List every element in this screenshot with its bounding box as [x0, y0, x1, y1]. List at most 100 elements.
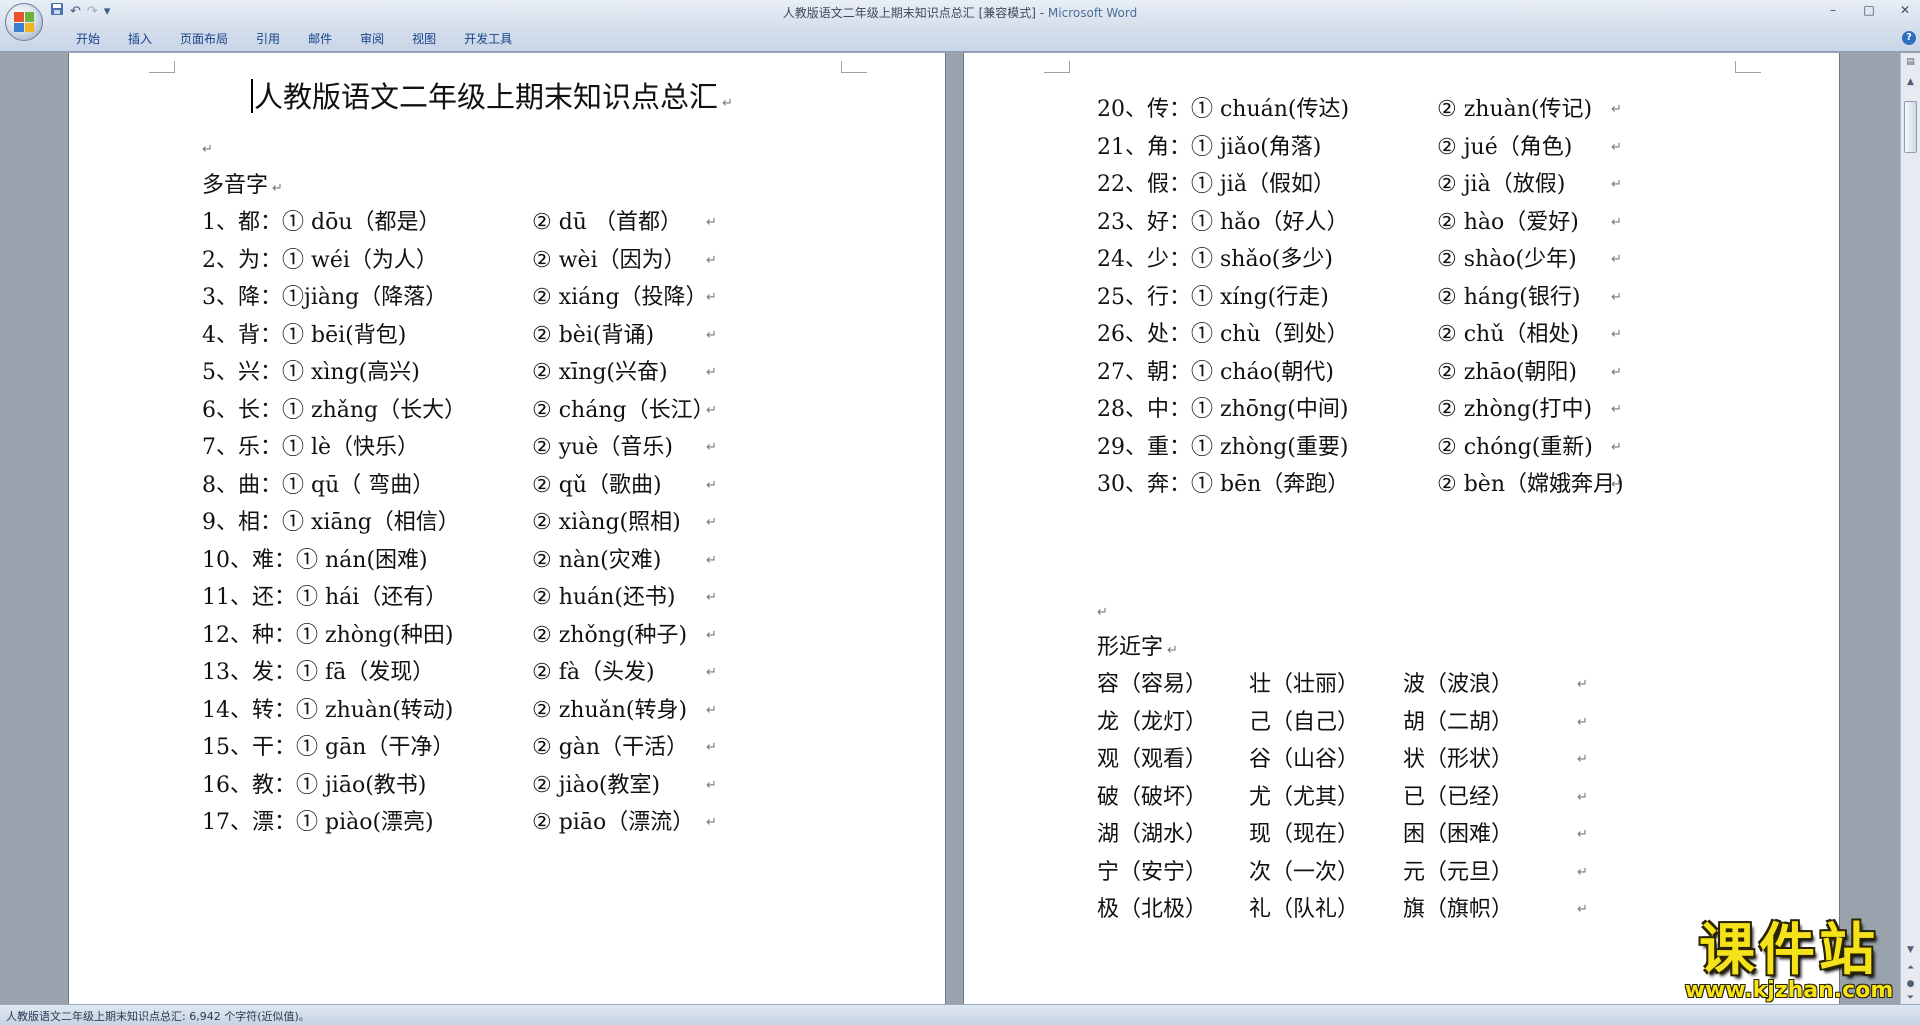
status-bar: 人教版语文二年级上期末知识点总汇: 6,942 个字符(近似值)。 — [0, 1004, 1920, 1025]
text-cursor — [251, 79, 253, 113]
paragraph-mark: ↵ — [706, 327, 717, 343]
paragraph-mark: ↵ — [706, 515, 717, 530]
scrollbar-thumb[interactable] — [1904, 101, 1917, 153]
paragraph-mark: ↵ — [1577, 902, 1588, 917]
polyphonic-entry-col-2: ② bèn（嫦娥奔月) — [1437, 472, 1624, 497]
scroll-up-icon[interactable]: ▲ — [1903, 75, 1918, 90]
polyphonic-entry-col-1: 15、干：① gān（干净） — [202, 735, 455, 760]
watermark: 课件站 www.kjzhan.com — [1666, 922, 1912, 1002]
tab-view[interactable]: 视图 — [398, 30, 450, 48]
polyphonic-entry-col-1: 20、传：① chuán(传达) — [1097, 97, 1350, 122]
tab-references[interactable]: 引用 — [242, 30, 294, 48]
ruler-toggle-icon[interactable]: ▤ — [1903, 55, 1918, 70]
paragraph-mark: ↵ — [706, 777, 717, 793]
section-heading-text: 形近字 — [1097, 635, 1164, 660]
polyphonic-entry-col-2: ② zhuàn(传记) — [1437, 97, 1593, 122]
polyphonic-entry-col-2: ② wèi（因为） — [532, 247, 686, 273]
polyphonic-entry-col-2: ② shào(少年) — [1437, 247, 1577, 272]
similar-word-row-col-2: 礼（队礼） — [1249, 897, 1360, 922]
tab-mailings[interactable]: 邮件 — [294, 30, 346, 48]
polyphonic-entry-col-1: 5、兴：① xìng(高兴) — [202, 360, 420, 385]
similar-word-row-col-2: 谷（山谷） — [1249, 747, 1360, 772]
paragraph-mark: ↵ — [706, 290, 717, 305]
paragraph-mark: ↵ — [1577, 752, 1588, 767]
polyphonic-entry-col-1: 9、相：① xiāng（相信） — [202, 510, 460, 535]
similar-word-row-col-3: 旗（旗帜） — [1403, 897, 1514, 922]
polyphonic-entry-col-2: ② fà（头发) — [532, 660, 655, 685]
page-right[interactable]: 20、传：① chuán(传达) ② zhuàn(传记) ↵ 21、角：① jiǎo(… — [963, 53, 1840, 1004]
paragraph-mark: ↵ — [1577, 714, 1588, 730]
document-title-text: 人教版语文二年级上期末知识点总汇 — [254, 80, 719, 114]
similar-word-row-col-2: 尤（尤其） — [1249, 784, 1360, 810]
help-icon[interactable]: ? — [1902, 31, 1916, 45]
tab-insert[interactable]: 插入 — [114, 30, 166, 48]
tab-home[interactable]: 开始 — [62, 30, 114, 48]
close-button[interactable]: ✕ — [1894, 2, 1916, 18]
polyphonic-entry-col-2: ② piāo（漂流） — [532, 810, 695, 835]
polyphonic-entry-col-2: ② nàn(灾难) — [532, 547, 662, 573]
paragraph-mark: ↵ — [722, 96, 733, 111]
polyphonic-entry-col-1: 25、行：① xíng(行走) — [1097, 284, 1329, 310]
paragraph-mark: ↵ — [1611, 439, 1622, 455]
polyphonic-entry-col-2: ② jià（放假) — [1437, 172, 1566, 197]
tab-developer[interactable]: 开发工具 — [450, 30, 526, 48]
polyphonic-entry-col-2: ② xiàng(照相) — [532, 510, 681, 535]
paragraph-mark: ↵ — [706, 215, 717, 230]
polyphonic-entry-col-2: ② yuè（音乐) — [532, 435, 673, 460]
polyphonic-entry-col-2: ② hào（爱好) — [1437, 209, 1579, 235]
paragraph-mark: ↵ — [706, 627, 717, 643]
paragraph-mark: ↵ — [1611, 477, 1622, 492]
polyphonic-entry-col-1: 12、种：① zhòng(种田) — [202, 622, 454, 648]
maximize-button[interactable]: □ — [1858, 2, 1880, 18]
paragraph-mark: ↵ — [706, 702, 717, 718]
polyphonic-entry-col-2: ② jué（角色) — [1437, 134, 1573, 160]
polyphonic-entry-col-2: ② zhāo(朝阳) — [1437, 359, 1578, 385]
similar-word-row-col-1: 湖（湖水） — [1097, 822, 1208, 847]
paragraph-mark: ↵ — [1611, 102, 1622, 117]
document-area[interactable]: 人教版语文二年级上期末知识点总汇 ↵ ↵ 多音字 ↵ 1、都：① dōu（都是） ② … — [0, 53, 1900, 1004]
status-text: 人教版语文二年级上期末知识点总汇: 6,942 个字符(近似值)。 — [6, 1010, 310, 1023]
polyphonic-entry-col-2: ② zhuǎn(转身) — [532, 697, 688, 723]
margin-corner-mark — [149, 61, 175, 73]
document-name: 人教版语文二年级上期末知识点总汇 [兼容模式] - — [782, 6, 1048, 20]
polyphonic-entry-col-2: ② xīng(兴奋) — [532, 360, 668, 385]
watermark-url: www.kjzhan.com — [1684, 978, 1894, 1003]
polyphonic-entry-col-2: ② bèi(背诵) — [532, 322, 655, 348]
polyphonic-entry-col-1: 23、好：① hǎo（好人） — [1097, 209, 1349, 235]
title-bar: ↶ ↷ ▾ 人教版语文二年级上期末知识点总汇 [兼容模式] - Microsof… — [0, 0, 1920, 52]
paragraph-mark: ↵ — [1611, 364, 1622, 380]
polyphonic-entry-col-2: ② huán(还书) — [532, 585, 676, 610]
minimize-button[interactable]: – — [1822, 2, 1844, 18]
empty-paragraph: ↵ — [1097, 595, 1108, 628]
paragraph-mark: ↵ — [272, 181, 283, 196]
polyphonic-entry-col-1: 13、发：① fā（发现） — [202, 660, 435, 685]
polyphonic-entry-col-1: 6、长：① zhǎng（长大） — [202, 397, 467, 423]
paragraph-mark: ↵ — [706, 815, 717, 830]
tab-review[interactable]: 审阅 — [346, 30, 398, 48]
margin-corner-mark — [1735, 61, 1761, 73]
tab-page-layout[interactable]: 页面布局 — [166, 30, 242, 48]
similar-word-row-col-2: 壮（壮丽） — [1249, 672, 1360, 697]
empty-paragraph: ↵ — [202, 132, 213, 165]
paragraph-mark: ↵ — [1611, 139, 1622, 155]
similar-word-row-col-2: 己（自己） — [1249, 709, 1360, 735]
section-heading-similar: 形近字 ↵ — [1097, 633, 1178, 666]
polyphonic-entry-col-1: 4、背：① bēi(背包) — [202, 322, 407, 348]
paragraph-mark: ↵ — [1577, 864, 1588, 880]
page-left[interactable]: 人教版语文二年级上期末知识点总汇 ↵ ↵ 多音字 ↵ 1、都：① dōu（都是） ② … — [68, 53, 946, 1004]
polyphonic-entry-col-1: 24、少：① shǎo(多少) — [1097, 247, 1333, 272]
vertical-scrollbar[interactable]: ▤ ▲ ▼ ⏶ ● ⏷ — [1900, 53, 1920, 1004]
section-heading-text: 多音字 — [202, 173, 269, 198]
polyphonic-entry-col-2: ② dū （首都） — [532, 210, 682, 235]
polyphonic-entry-col-1: 26、处：① chù（到处） — [1097, 322, 1349, 347]
paragraph-mark: ↵ — [1611, 252, 1622, 267]
paragraph-mark: ↵ — [1577, 827, 1588, 842]
paragraph-mark: ↵ — [706, 552, 717, 568]
similar-word-row-col-1: 容（容易） — [1097, 672, 1208, 697]
polyphonic-entry-col-2: ② chóng(重新) — [1437, 434, 1593, 460]
paragraph-mark: ↵ — [706, 665, 717, 680]
paragraph-mark: ↵ — [706, 740, 717, 755]
polyphonic-entry-col-1: 16、教：① jiāo(教书) — [202, 772, 427, 798]
similar-word-row-col-2: 现（现在） — [1249, 822, 1360, 847]
polyphonic-entry-col-1: 7、乐：① lè（快乐） — [202, 435, 420, 460]
